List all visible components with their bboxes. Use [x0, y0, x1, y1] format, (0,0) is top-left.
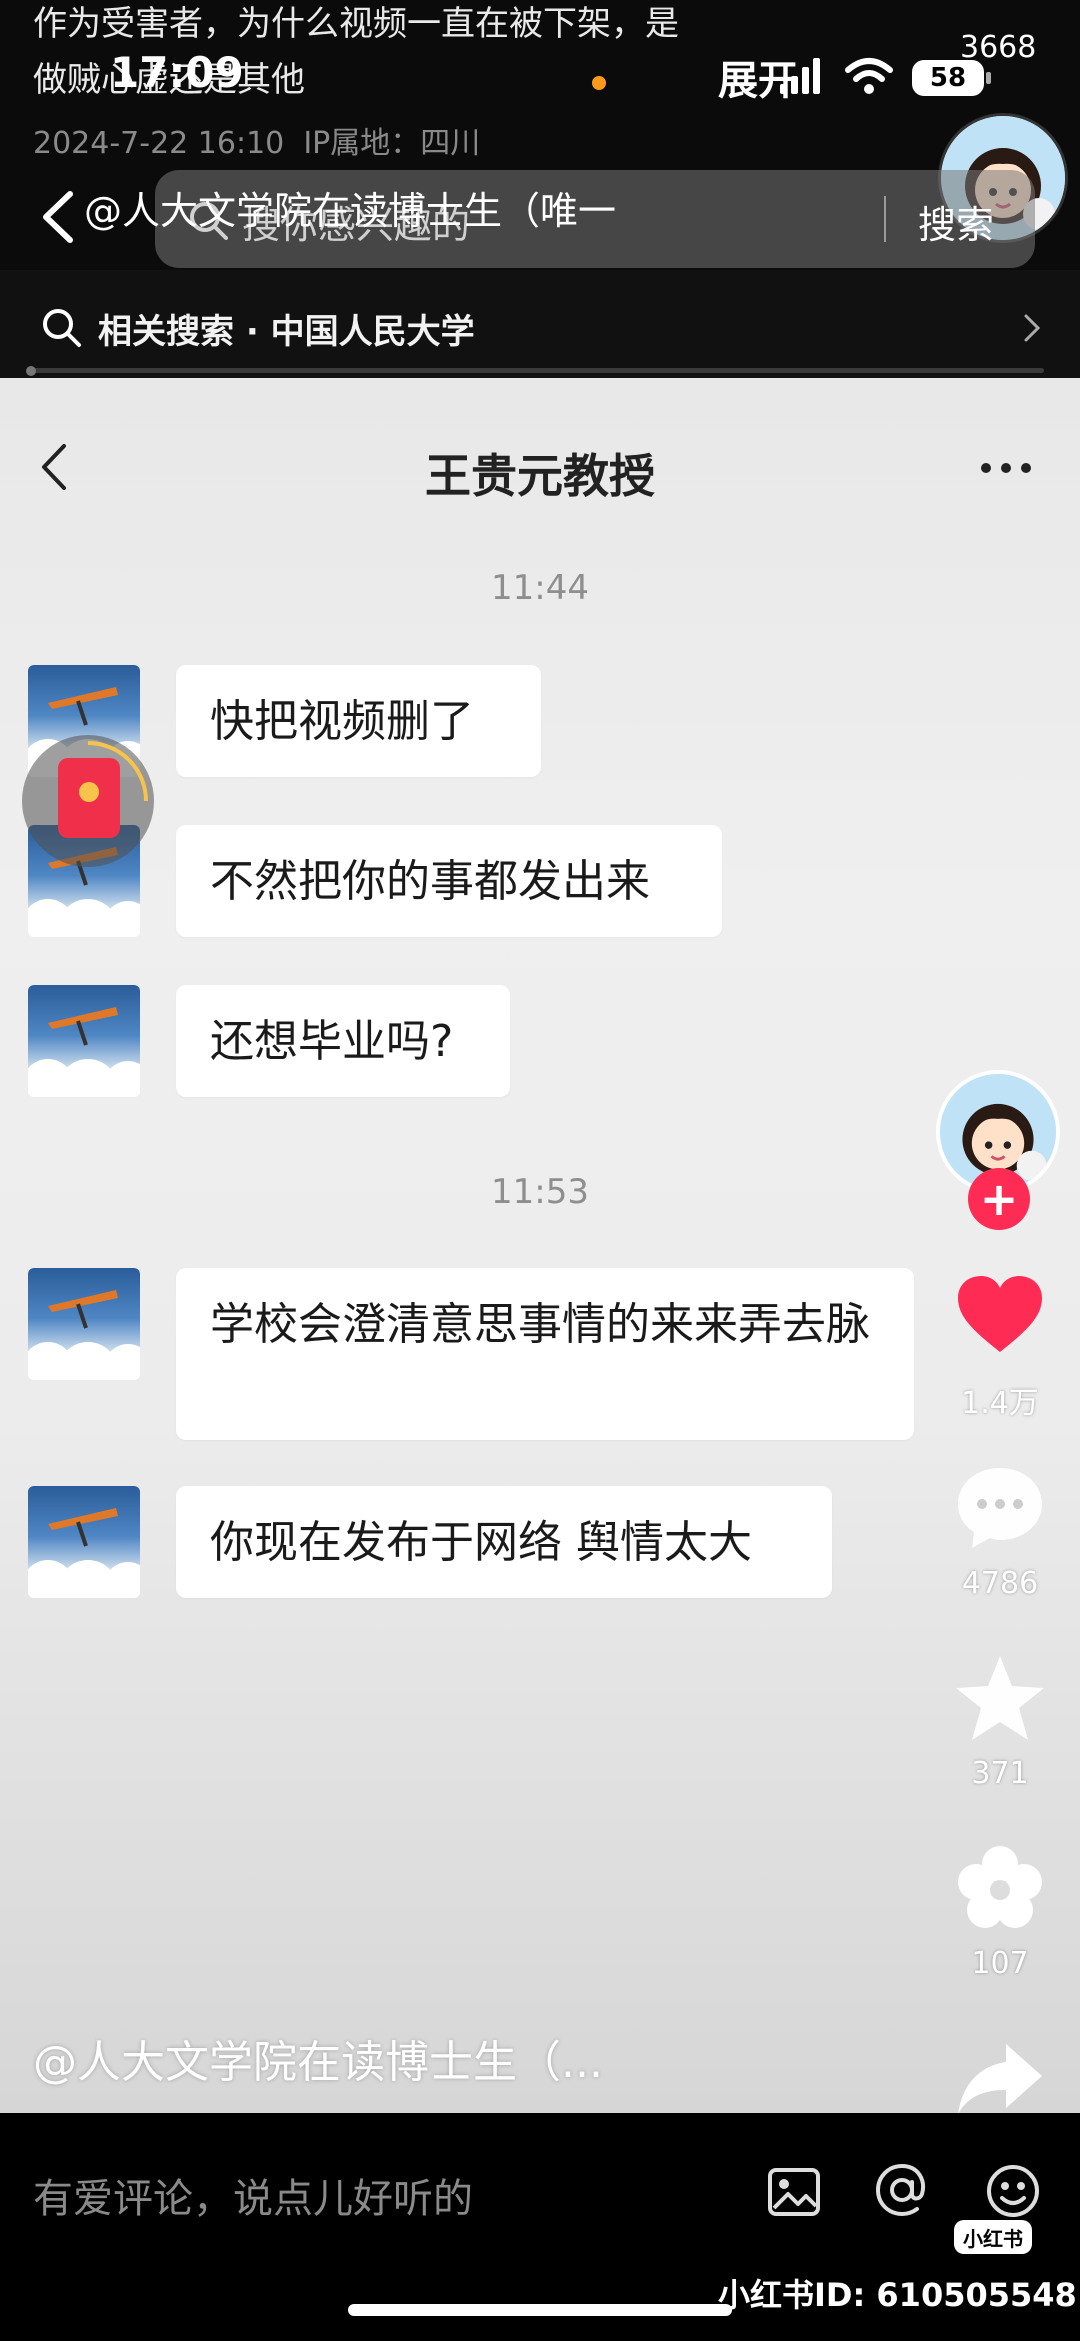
sender-avatar [28, 1486, 140, 1598]
comment-count: 4786 [961, 1566, 1039, 1601]
chat-bubble: 你现在发布于网络 舆情太大 [176, 1486, 832, 1598]
search-divider [884, 196, 886, 242]
signal-icon [780, 58, 820, 94]
comment-input[interactable]: 有爱评论，说点儿好听的 [33, 2166, 473, 2224]
share-icon[interactable] [952, 2030, 1048, 2126]
chat-bubble: 不然把你的事都发出来 [176, 825, 722, 937]
recording-indicator-dot [592, 76, 606, 90]
chat-bubble: 快把视频删了 [176, 665, 541, 777]
like-count: 1.4万 [961, 1386, 1039, 1421]
xiaohongshu-logo: 小红书 [954, 2220, 1032, 2254]
battery-cap [986, 72, 991, 84]
flower-icon[interactable] [952, 1840, 1048, 1936]
chat-bubble: 学校会澄清意思事情的来来弄去脉 [176, 1268, 914, 1440]
share-count: 107 [971, 1946, 1029, 1981]
chat-title: 王贵元教授 [425, 449, 655, 503]
favorite-count: 371 [971, 1756, 1029, 1791]
search-button[interactable]: 搜索 [918, 194, 994, 249]
post-description-line-1: 作为受害者，为什么视频一直在被下架，是 [33, 4, 679, 44]
video-frame[interactable] [0, 378, 1080, 2113]
red-packet-seal [79, 782, 99, 802]
at-icon[interactable] [872, 2160, 932, 2220]
more-icon [981, 463, 1031, 473]
author-handle[interactable]: @人大文学院在读博士生（唯一 [84, 180, 616, 235]
author-handle-bottom[interactable]: @人大文学院在读博士生（... [33, 2026, 603, 2090]
status-time: 17:09 [110, 48, 244, 97]
heart-icon[interactable] [952, 1268, 1048, 1364]
video-progress-bar[interactable] [28, 368, 1044, 373]
image-icon[interactable] [766, 2164, 822, 2220]
chat-bubble: 还想毕业吗? [176, 985, 510, 1097]
watermark-id: 小红书ID: 610505548 [718, 2276, 1077, 2314]
sender-avatar [28, 985, 140, 1097]
emoji-icon[interactable] [984, 2162, 1042, 2220]
search-icon [43, 309, 81, 347]
chevron-right-icon [1024, 314, 1041, 342]
home-indicator[interactable] [348, 2304, 732, 2316]
back-icon[interactable] [34, 188, 84, 246]
post-date: 2024-7-22 16:10 IP属地：四川 [33, 126, 481, 161]
chat-time-label: 11:44 [491, 568, 589, 608]
star-icon[interactable] [952, 1650, 1048, 1746]
related-search-text[interactable]: 相关搜索 · 中国人民大学 [98, 304, 475, 353]
video-progress-knob[interactable] [26, 366, 36, 376]
follow-button[interactable]: + [968, 1168, 1030, 1230]
sender-avatar [28, 1268, 140, 1380]
chat-time-label: 11:53 [491, 1172, 589, 1212]
follower-count: 3668 [960, 30, 1037, 65]
comment-icon[interactable] [952, 1460, 1048, 1556]
battery-indicator: 58 [912, 60, 984, 96]
wifi-icon [845, 58, 893, 94]
